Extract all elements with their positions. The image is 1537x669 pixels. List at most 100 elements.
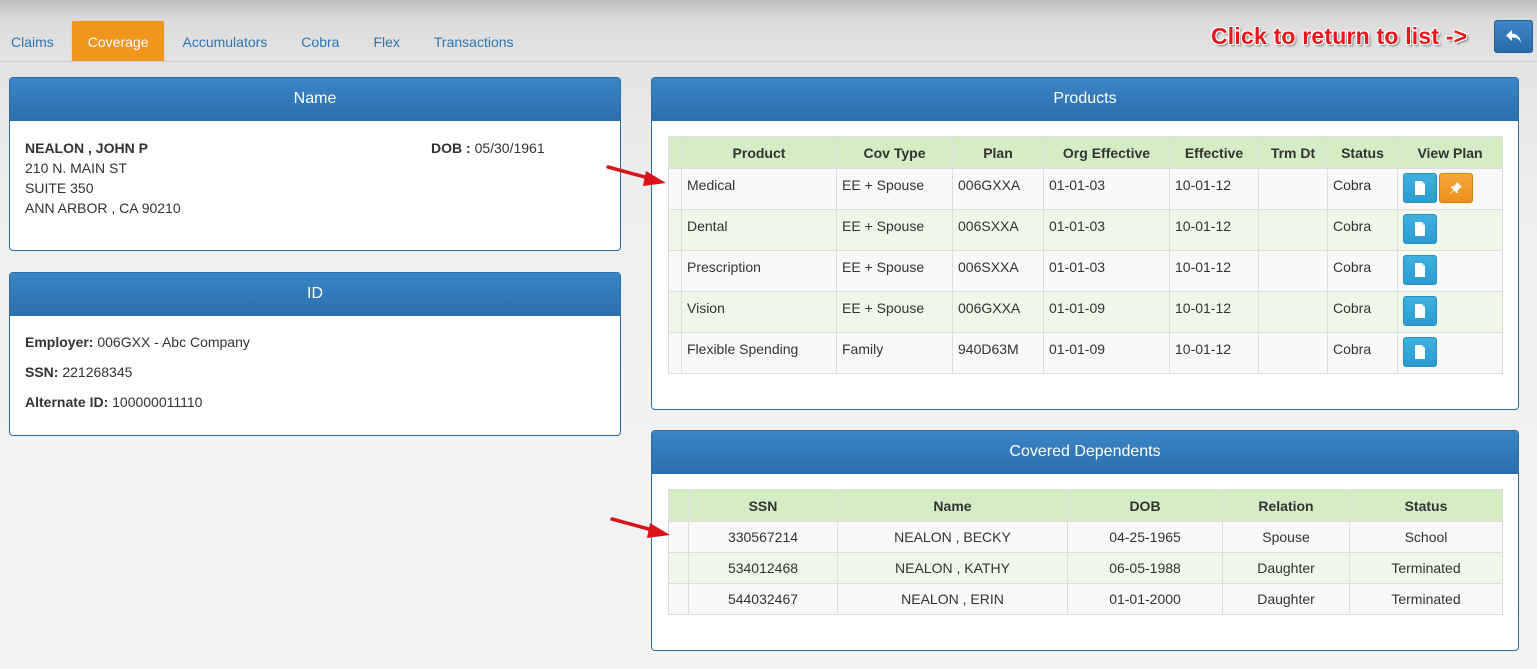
annotation-arrow-icon xyxy=(610,517,670,538)
tab-transactions[interactable]: Transactions xyxy=(417,20,531,62)
cell-cov-type: EE + Spouse xyxy=(836,168,953,210)
cell-product: Medical xyxy=(681,168,837,210)
dependents-table: SSN Name DOB Relation Status 330567214 NE… xyxy=(668,489,1503,615)
cell-cov-type: Family xyxy=(836,332,953,374)
column-header-plan: Plan xyxy=(952,136,1044,169)
tab-accumulators[interactable]: Accumulators xyxy=(165,20,284,62)
column-header-status: Status xyxy=(1327,136,1398,169)
tab-claims[interactable]: Claims xyxy=(0,20,71,62)
cell-status: Terminated xyxy=(1349,552,1503,584)
cell-effective: 10-01-12 xyxy=(1169,209,1259,251)
tab-cobra[interactable]: Cobra xyxy=(284,20,356,62)
cell-cov-type: EE + Spouse xyxy=(836,291,953,333)
reply-arrow-icon xyxy=(1505,29,1521,43)
cell-name: NEALON , KATHY xyxy=(837,552,1068,584)
cell-product: Prescription xyxy=(681,250,837,292)
table-row: 544032467 NEALON , ERIN 01-01-2000 Daughter… xyxy=(668,583,1503,615)
row-selector[interactable] xyxy=(668,250,682,292)
cell-effective: 10-01-12 xyxy=(1169,250,1259,292)
column-header-org-effective: Org Effective xyxy=(1043,136,1170,169)
view-plan-button[interactable] xyxy=(1403,296,1437,326)
cell-trm-dt xyxy=(1258,332,1328,374)
return-hint: Click to return to list -> xyxy=(1211,23,1468,49)
cell-plan: 006SXXA xyxy=(952,209,1044,251)
cell-name: NEALON , BECKY xyxy=(837,521,1068,553)
cell-ssn: 544032467 xyxy=(688,583,838,615)
annotation-arrow-icon xyxy=(606,165,666,186)
employer-value: 006GXX - Abc Company xyxy=(97,334,250,350)
cell-relation: Daughter xyxy=(1222,552,1350,584)
view-plan-button[interactable] xyxy=(1403,255,1437,285)
row-selector[interactable] xyxy=(668,291,682,333)
alternate-id-row: Alternate ID: 100000011110 xyxy=(25,392,605,412)
cell-status: Cobra xyxy=(1327,291,1398,333)
id-panel-title: ID xyxy=(10,273,620,316)
cell-trm-dt xyxy=(1258,250,1328,292)
document-icon xyxy=(1415,345,1425,359)
view-plan-button[interactable] xyxy=(1403,173,1437,203)
column-header-cov-type: Cov Type xyxy=(836,136,953,169)
cell-dob: 06-05-1988 xyxy=(1067,552,1223,584)
tab-flex[interactable]: Flex xyxy=(356,20,416,62)
cell-relation: Daughter xyxy=(1222,583,1350,615)
cell-status: Terminated xyxy=(1349,583,1503,615)
cell-status: Cobra xyxy=(1327,250,1398,292)
address-line-2: SUITE 350 xyxy=(25,180,94,196)
dob-value: 05/30/1961 xyxy=(474,140,545,156)
table-row: Medical EE + Spouse 006GXXA 01-01-03 10-01-1… xyxy=(668,168,1503,210)
cell-org-effective: 01-01-03 xyxy=(1043,168,1170,210)
cell-status: Cobra xyxy=(1327,332,1398,374)
cell-trm-dt xyxy=(1258,291,1328,333)
cell-effective: 10-01-12 xyxy=(1169,168,1259,210)
table-row: Prescription EE + Spouse 006SXXA 01-01-03 10… xyxy=(668,250,1503,292)
document-icon xyxy=(1415,304,1425,318)
column-header-relation: Relation xyxy=(1222,489,1350,522)
row-selector[interactable] xyxy=(668,583,689,615)
document-icon xyxy=(1415,181,1425,195)
cell-plan: 006SXXA xyxy=(952,250,1044,292)
cell-trm-dt xyxy=(1258,168,1328,210)
row-selector[interactable] xyxy=(668,332,682,374)
cell-ssn: 534012468 xyxy=(688,552,838,584)
cell-product: Vision xyxy=(681,291,837,333)
cell-status: Cobra xyxy=(1327,209,1398,251)
ssn-value: 221268345 xyxy=(62,364,133,380)
cell-product: Dental xyxy=(681,209,837,251)
tab-coverage[interactable]: Coverage xyxy=(70,20,166,62)
view-plan-button[interactable] xyxy=(1403,214,1437,244)
cell-view-plan xyxy=(1397,250,1503,292)
cell-effective: 10-01-12 xyxy=(1169,332,1259,374)
alternate-id-value: 100000011110 xyxy=(112,394,203,410)
products-table: Product Cov Type Plan Org Effective Effe… xyxy=(668,136,1503,374)
employer-label: Employer: xyxy=(25,334,94,350)
view-plan-button[interactable] xyxy=(1403,337,1437,367)
address-line-1: 210 N. MAIN ST xyxy=(25,160,127,176)
dependents-panel: Covered Dependents SSN Name DOB Relation… xyxy=(651,430,1519,651)
cell-cov-type: EE + Spouse xyxy=(836,250,953,292)
cell-view-plan xyxy=(1397,291,1503,333)
table-row: Flexible Spending Family 940D63M 01-01-09 10… xyxy=(668,332,1503,374)
document-icon xyxy=(1415,263,1425,277)
row-selector[interactable] xyxy=(668,209,682,251)
ssn-label: SSN: xyxy=(25,364,59,380)
employer-row: Employer: 006GXX - Abc Company xyxy=(25,332,605,352)
products-panel-title: Products xyxy=(652,78,1518,121)
cell-plan: 006GXXA xyxy=(952,291,1044,333)
row-selector[interactable] xyxy=(668,552,689,584)
cell-product: Flexible Spending xyxy=(681,332,837,374)
cell-status: Cobra xyxy=(1327,168,1398,210)
cell-view-plan xyxy=(1397,332,1503,374)
cell-plan: 940D63M xyxy=(952,332,1044,374)
products-panel: Products Product Cov Type Plan Org Effec… xyxy=(651,77,1519,410)
cell-trm-dt xyxy=(1258,209,1328,251)
return-to-list-button[interactable] xyxy=(1494,20,1533,53)
table-row: 534012468 NEALON , KATHY 06-05-1988 Daughte… xyxy=(668,552,1503,584)
city-state-zip: ANN ARBOR , CA 90210 xyxy=(25,200,181,216)
column-header-trm-dt: Trm Dt xyxy=(1258,136,1328,169)
alternate-id-label: Alternate ID: xyxy=(25,394,109,410)
cell-name: NEALON , ERIN xyxy=(837,583,1068,615)
pin-plan-button[interactable] xyxy=(1439,173,1473,203)
row-selector[interactable] xyxy=(668,168,682,210)
cell-org-effective: 01-01-09 xyxy=(1043,332,1170,374)
document-icon xyxy=(1415,222,1425,236)
